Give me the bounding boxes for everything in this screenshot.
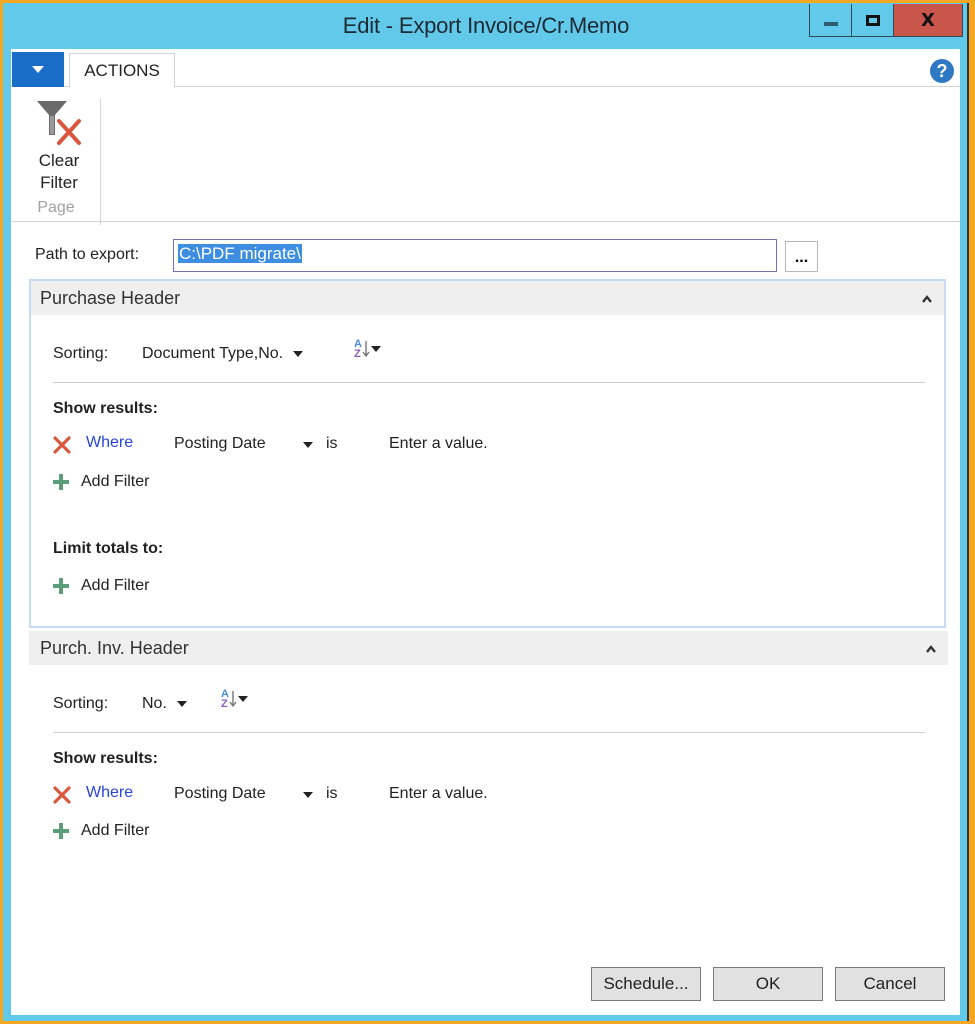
divider <box>53 382 925 383</box>
path-value: C:\PDF migrate\ <box>178 244 302 263</box>
path-to-export-input[interactable]: C:\PDF migrate\ <box>173 239 777 272</box>
dialog-client-area: ACTIONS ? Clear Filter Page Path to expo… <box>11 49 960 1015</box>
filter-value-input[interactable]: Enter a value. <box>389 435 609 453</box>
fasttab-purch-inv-header: Purch. Inv. Header Sorting: No. AZ Show … <box>29 631 948 871</box>
ribbon-body: Clear Filter Page <box>11 87 960 225</box>
sorting-row: Sorting: No. AZ <box>53 689 925 719</box>
sort-az-icon: AZ <box>354 338 362 360</box>
tab-actions[interactable]: ACTIONS <box>69 53 175 88</box>
chevron-up-icon[interactable] <box>922 294 932 304</box>
filter-field-value: Posting Date <box>174 435 266 452</box>
fasttab-title: Purch. Inv. Header <box>40 638 189 658</box>
plus-icon <box>53 578 69 594</box>
help-icon[interactable]: ? <box>930 59 954 83</box>
filter-row: Where Posting Date is Enter a value. <box>53 432 653 458</box>
sorting-value: Document Type,No. <box>142 345 284 362</box>
path-to-export-label: Path to export: <box>35 246 140 263</box>
sorting-label: Sorting: <box>53 345 109 362</box>
ribbon-group-page: Clear Filter Page <box>11 99 101 225</box>
sorting-value: No. <box>142 695 167 712</box>
dropdown-icon <box>237 696 248 702</box>
close-icon: X <box>921 9 935 31</box>
close-button[interactable]: X <box>894 4 962 36</box>
minimize-icon <box>823 22 838 26</box>
limit-add-filter-button[interactable]: Add Filter <box>53 574 149 598</box>
remove-filter-icon[interactable] <box>53 436 71 454</box>
maximize-icon <box>865 14 880 26</box>
fasttab-title: Purchase Header <box>40 288 181 308</box>
dropdown-icon <box>303 792 313 798</box>
filter-value-input[interactable]: Enter a value. <box>389 785 609 803</box>
add-filter-button[interactable]: Add Filter <box>53 470 149 494</box>
filter-row: Where Posting Date is Enter a value. <box>53 782 653 808</box>
add-filter-label: Add Filter <box>81 822 150 839</box>
remove-filter-icon[interactable] <box>53 786 71 804</box>
path-assist-button[interactable]: ... <box>785 241 818 272</box>
fasttab-purchase-header: Purchase Header Sorting: Document Type,N… <box>29 279 946 628</box>
sorting-row: Sorting: Document Type,No. AZ <box>53 339 925 369</box>
sorting-select[interactable]: Document Type,No. <box>142 345 304 363</box>
sort-direction-button[interactable]: AZ <box>354 338 381 360</box>
fasttab-header[interactable]: Purch. Inv. Header <box>29 631 948 665</box>
sort-az-icon: AZ <box>221 688 229 710</box>
filter-field-select[interactable]: Posting Date <box>174 435 344 453</box>
group-label-page: Page <box>37 199 75 216</box>
schedule-button[interactable]: Schedule... <box>591 967 701 1001</box>
title-bar[interactable]: Edit - Export Invoice/Cr.Memo X <box>3 3 969 49</box>
where-link[interactable]: Where <box>86 784 133 802</box>
filter-operator: is <box>326 435 338 452</box>
where-link[interactable]: Where <box>86 434 133 452</box>
sort-direction-button[interactable]: AZ <box>221 688 248 710</box>
arrow-down-icon <box>362 341 370 358</box>
chevron-down-icon <box>32 66 44 73</box>
dropdown-icon <box>176 701 187 707</box>
clear-filter-label-1: Clear <box>38 151 80 170</box>
add-filter-label: Add Filter <box>81 473 150 490</box>
sorting-label: Sorting: <box>53 695 109 712</box>
dialog-window: Edit - Export Invoice/Cr.Memo X ACTIONS … <box>3 3 969 1021</box>
clear-filter-button[interactable]: Clear Filter <box>23 99 95 199</box>
divider <box>53 732 925 733</box>
add-filter-button[interactable]: Add Filter <box>53 819 149 843</box>
cancel-button[interactable]: Cancel <box>835 967 945 1001</box>
dropdown-icon <box>303 442 313 448</box>
dropdown-icon <box>370 346 381 352</box>
show-results-label: Show results: <box>53 400 158 417</box>
window-controls: X <box>809 4 963 37</box>
app-menu-button[interactable] <box>12 52 64 87</box>
ribbon-tab-bar: ACTIONS ? <box>11 49 960 88</box>
filter-field-select[interactable]: Posting Date <box>174 785 344 803</box>
show-results-label: Show results: <box>53 750 158 767</box>
maximize-button[interactable] <box>852 4 894 36</box>
minimize-button[interactable] <box>810 4 852 36</box>
filter-operator: is <box>326 785 338 802</box>
plus-icon <box>53 474 69 490</box>
sorting-select[interactable]: No. <box>142 695 187 713</box>
limit-totals-label: Limit totals to: <box>53 540 164 557</box>
clear-filter-label-2: Filter <box>40 173 78 192</box>
chevron-up-icon[interactable] <box>926 644 936 654</box>
plus-icon <box>53 823 69 839</box>
path-to-export-row: Path to export: C:\PDF migrate\ ... <box>35 239 935 273</box>
filter-field-value: Posting Date <box>174 785 266 802</box>
ok-button[interactable]: OK <box>713 967 823 1001</box>
add-filter-label: Add Filter <box>81 577 150 594</box>
dropdown-icon <box>293 351 304 357</box>
fasttab-header[interactable]: Purchase Header <box>31 281 944 315</box>
clear-filter-icon <box>37 101 81 145</box>
arrow-down-icon <box>229 691 237 708</box>
